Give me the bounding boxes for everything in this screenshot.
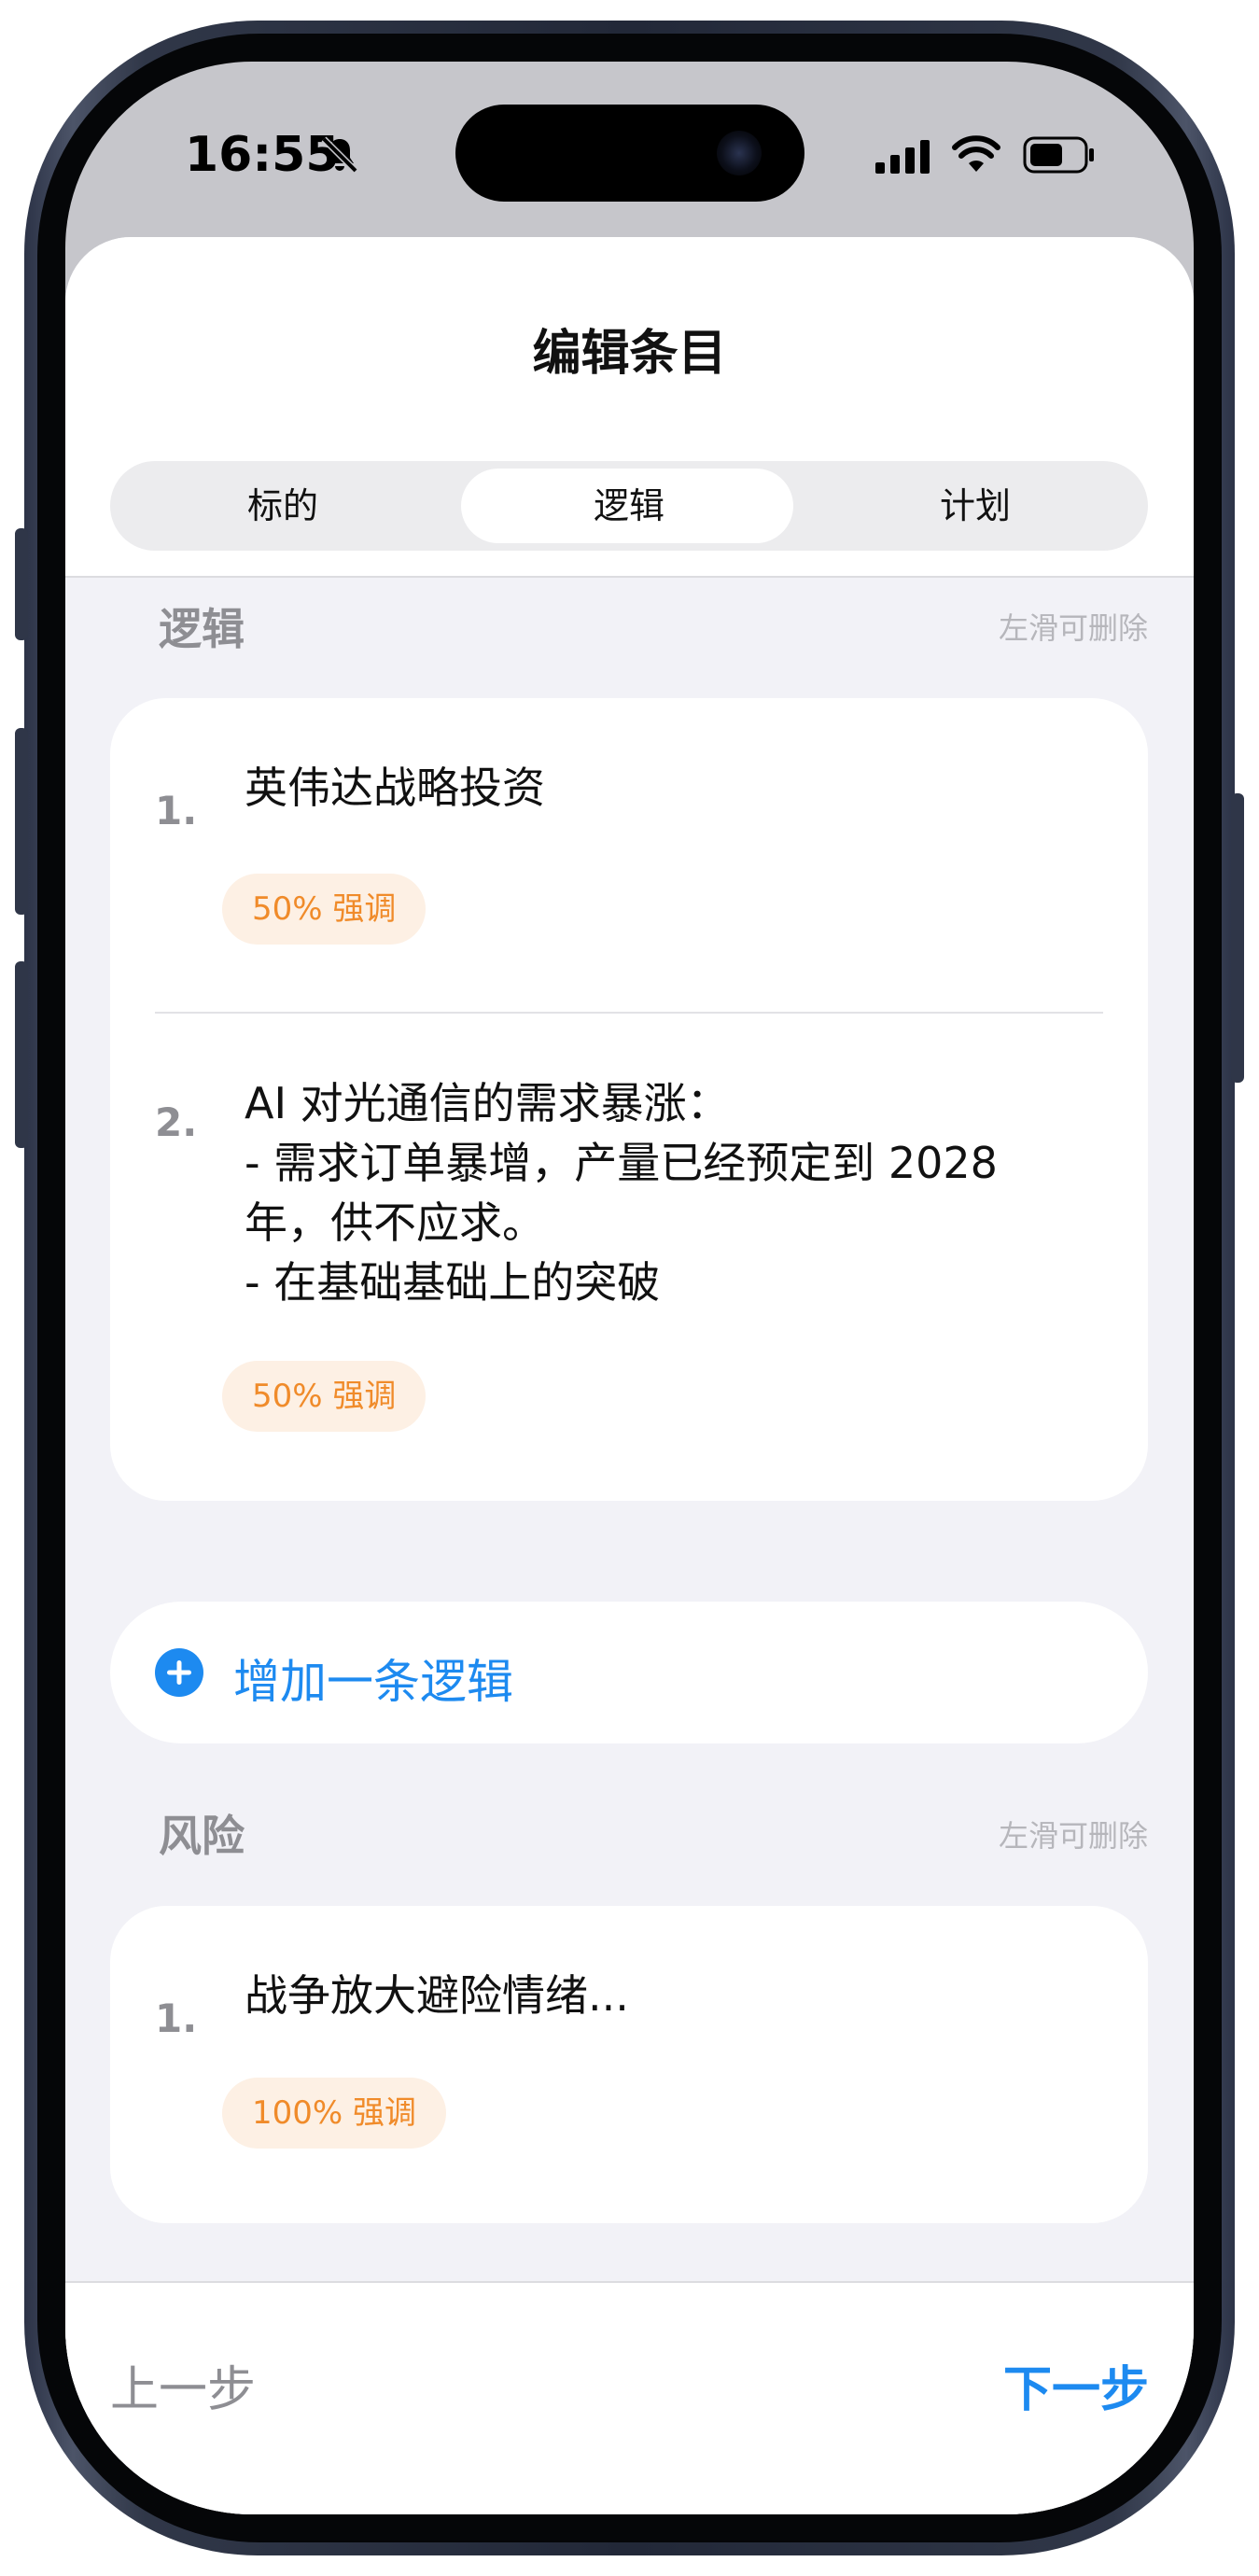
item-number: 1. [155,1995,198,2041]
volume-down-button [15,961,28,1148]
add-circle-icon [155,1648,203,1697]
tab-target[interactable]: 标的 [110,461,455,551]
list-item[interactable]: 1. 英伟达战略投资 50% 强调 [110,698,1148,1012]
volume-up-button [15,728,28,915]
camera-icon [717,131,762,175]
item-number: 2. [155,1099,198,1145]
bell-slash-icon [321,136,358,174]
tab-plan[interactable]: 计划 [803,461,1148,551]
logic-section-title: 逻辑 [159,604,245,654]
status-time: 16:55 [185,127,340,183]
risk-swipe-hint: 左滑可删除 [998,1818,1148,1854]
battery-icon [1023,136,1094,174]
item-number: 1. [155,788,198,833]
action-button [15,528,28,640]
power-button [1231,793,1244,1083]
add-logic-button[interactable]: 增加一条逻辑 [110,1602,1148,1743]
risk-section-title: 风险 [159,1811,245,1861]
logic-list-card: 1. 英伟达战略投资 50% 强调 2. AI 对光通信的需求暴涨： - 需求订… [110,698,1148,1501]
list-item[interactable]: 1. 战争放大避险情绪... 100% 强调 [110,1906,1148,2223]
list-item[interactable]: 2. AI 对光通信的需求暴涨： - 需求订单暴增，产量已经预定到 2028 年… [110,1014,1148,1501]
cellular-signal-icon [875,140,930,174]
next-step-button[interactable]: 下一步 [1003,2350,1149,2420]
emphasis-tag[interactable]: 50% 强调 [222,874,427,945]
add-logic-label: 增加一条逻辑 [233,1655,513,1709]
risk-list-card: 1. 战争放大避险情绪... 100% 强调 [110,1906,1148,2223]
screen: 16:55 编辑条目 标的 逻辑 计划 逻辑 左滑可删除 1. 英伟达战略投资 … [65,62,1194,2514]
segmented-control: 标的 逻辑 计划 [110,461,1148,551]
item-text: 战争放大避险情绪... [245,1970,629,2021]
wifi-icon [952,135,1000,172]
bottom-bar: 上一步 下一步 [65,2281,1194,2514]
emphasis-tag[interactable]: 100% 强调 [222,2078,447,2149]
tab-logic[interactable]: 逻辑 [456,461,802,551]
item-text: AI 对光通信的需求暴涨： - 需求订单暴增，产量已经预定到 2028 年，供不… [245,1078,998,1308]
item-text: 英伟达战略投资 [245,763,545,813]
edit-sheet: 编辑条目 标的 逻辑 计划 逻辑 左滑可删除 1. 英伟达战略投资 50% 强调… [65,237,1194,2514]
emphasis-tag[interactable]: 50% 强调 [222,1361,427,1432]
logic-swipe-hint: 左滑可删除 [998,610,1148,646]
prev-step-button[interactable]: 上一步 [110,2350,256,2420]
sheet-title: 编辑条目 [532,326,727,382]
sheet-header: 编辑条目 标的 逻辑 计划 [65,237,1194,578]
